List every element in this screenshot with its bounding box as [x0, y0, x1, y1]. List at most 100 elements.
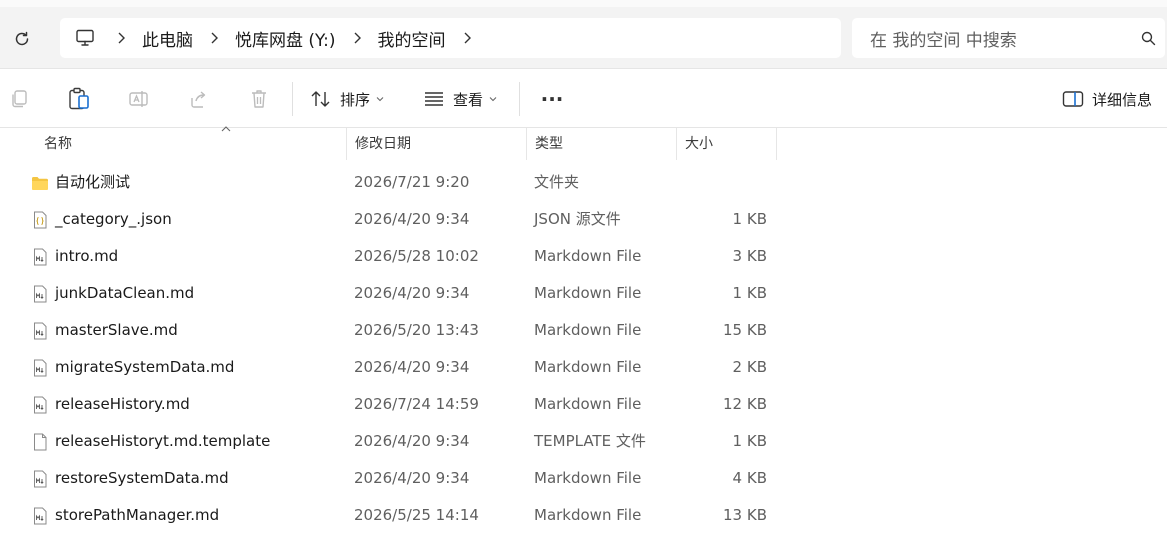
generic-file-icon — [31, 433, 49, 451]
view-list-icon — [425, 92, 443, 106]
file-type: Markdown File — [534, 284, 642, 302]
sort-button[interactable]: 排序 — [310, 79, 384, 119]
file-type: Markdown File — [534, 395, 642, 413]
file-type: JSON 源文件 — [534, 210, 621, 228]
tab-strip-edge — [0, 0, 1167, 7]
file-row[interactable]: migrateSystemData.md 2026/4/20 9:34 Markdo… — [0, 349, 780, 386]
file-size — [680, 164, 767, 201]
file-type: Markdown File — [534, 469, 642, 487]
file-date: 2026/7/24 14:59 — [354, 395, 479, 413]
chevron-right-icon[interactable] — [456, 31, 478, 45]
toolbar-divider — [519, 82, 520, 116]
rename-button[interactable] — [121, 79, 157, 119]
search-input[interactable]: 在 我的空间 中搜索 — [852, 26, 1131, 51]
file-date: 2026/4/20 9:34 — [354, 358, 470, 376]
file-row[interactable]: junkDataClean.md 2026/4/20 9:34 Markdown F… — [0, 275, 780, 312]
file-row[interactable]: 自动化测试 2026/7/21 9:20 文件夹 — [0, 164, 780, 201]
trash-icon — [252, 90, 266, 108]
file-name: _category_.json — [55, 210, 172, 228]
share-button[interactable] — [181, 79, 217, 119]
markdown-file-icon — [31, 322, 49, 340]
details-pane-icon — [1062, 91, 1084, 107]
details-pane-button[interactable]: 详细信息 — [1062, 79, 1152, 119]
delete-button[interactable] — [241, 79, 277, 119]
file-row[interactable]: restoreSystemData.md 2026/4/20 9:34 Markdo… — [0, 460, 780, 497]
file-type: TEMPLATE 文件 — [534, 432, 646, 450]
file-date: 2026/4/20 9:34 — [354, 284, 470, 302]
file-name: junkDataClean.md — [55, 284, 195, 302]
copy-button[interactable] — [1, 79, 37, 119]
file-type: Markdown File — [534, 247, 642, 265]
file-type: Markdown File — [534, 358, 642, 376]
file-date: 2026/4/20 9:34 — [354, 469, 470, 487]
file-size: 1 KB — [732, 210, 767, 228]
file-list: 名称 修改日期 类型 大小 自动化测试 2026/7/21 9:20 文件夹 _cat… — [0, 126, 1167, 543]
chevron-right-icon[interactable] — [110, 31, 132, 45]
markdown-file-icon — [31, 285, 49, 303]
column-header-name[interactable]: 名称 — [36, 126, 347, 160]
file-name: releaseHistory.md — [55, 395, 190, 413]
sort-ascending-icon — [221, 126, 231, 132]
refresh-button[interactable] — [6, 24, 38, 54]
file-date: 2026/5/25 14:14 — [354, 506, 479, 524]
file-date: 2026/5/20 13:43 — [354, 321, 479, 339]
share-icon — [191, 91, 206, 108]
file-name: restoreSystemData.md — [55, 469, 229, 487]
markdown-file-icon — [31, 248, 49, 266]
details-label: 详细信息 — [1092, 90, 1153, 109]
file-name: intro.md — [55, 247, 119, 265]
sort-icon — [311, 91, 330, 107]
column-size-label: 大小 — [685, 136, 713, 152]
breadcrumb-this-pc[interactable]: 此电脑 — [132, 23, 203, 53]
toolbar-divider — [292, 82, 293, 116]
column-name-label: 名称 — [44, 136, 72, 152]
file-date: 2026/7/21 9:20 — [354, 173, 470, 191]
file-name: storePathManager.md — [55, 506, 220, 524]
json-file-icon — [31, 211, 49, 229]
column-date-label: 修改日期 — [355, 136, 411, 152]
file-name: releaseHistoryt.md.template — [55, 432, 271, 450]
file-size: 3 KB — [732, 247, 767, 265]
more-options-button[interactable]: ··· — [536, 79, 568, 119]
file-row[interactable]: storePathManager.md 2026/5/25 14:14 Markdo… — [0, 497, 780, 534]
chevron-down-icon — [489, 97, 497, 102]
file-date: 2026/5/28 10:02 — [354, 247, 479, 265]
column-header-type[interactable]: 类型 — [527, 128, 677, 160]
file-size: 1 KB — [732, 284, 767, 302]
file-name: migrateSystemData.md — [55, 358, 235, 376]
refresh-icon — [15, 31, 29, 46]
column-header-date[interactable]: 修改日期 — [347, 128, 527, 160]
file-size: 1 KB — [732, 432, 767, 450]
file-row[interactable]: intro.md 2026/5/28 10:02 Markdown File 3 KB — [0, 238, 780, 275]
chevron-right-icon[interactable] — [346, 31, 368, 45]
file-size: 2 KB — [732, 358, 767, 376]
chevron-right-icon[interactable] — [203, 31, 225, 45]
search-icon[interactable] — [1131, 31, 1165, 46]
copy-icon — [12, 90, 27, 108]
command-bar: 排序 查看 ··· 详细信息 — [0, 68, 1167, 128]
this-pc-button[interactable] — [60, 29, 110, 47]
paste-button[interactable] — [61, 79, 97, 119]
rename-icon — [129, 91, 148, 107]
clipboard-icon — [69, 87, 89, 110]
file-row[interactable]: masterSlave.md 2026/5/20 13:43 Markdown Fi… — [0, 312, 780, 349]
file-row[interactable]: _category_.json 2026/4/20 9:34 JSON 源文件 1 K… — [0, 201, 780, 238]
breadcrumb-drive[interactable]: 悦库网盘 (Y:) — [225, 23, 346, 53]
breadcrumb-my-space[interactable]: 我的空间 — [368, 23, 456, 53]
file-row[interactable]: releaseHistory.md 2026/7/24 14:59 Markdown… — [0, 386, 780, 423]
view-button[interactable]: 查看 — [423, 79, 497, 119]
markdown-file-icon — [31, 507, 49, 525]
markdown-file-icon — [31, 359, 49, 377]
file-size: 13 KB — [723, 506, 767, 524]
file-size: 4 KB — [732, 469, 767, 487]
file-size: 12 KB — [723, 395, 767, 413]
file-row[interactable]: releaseHistoryt.md.template 2026/4/20 9:3… — [0, 423, 780, 460]
file-date: 2026/4/20 9:34 — [354, 210, 470, 228]
file-date: 2026/4/20 9:34 — [354, 432, 470, 450]
address-bar[interactable]: 此电脑 悦库网盘 (Y:) 我的空间 — [60, 18, 841, 58]
monitor-icon — [76, 29, 94, 46]
column-header-size[interactable]: 大小 — [677, 128, 777, 160]
search-box[interactable]: 在 我的空间 中搜索 — [852, 18, 1165, 58]
chevron-down-icon — [376, 97, 384, 102]
file-name: 自动化测试 — [55, 173, 131, 191]
